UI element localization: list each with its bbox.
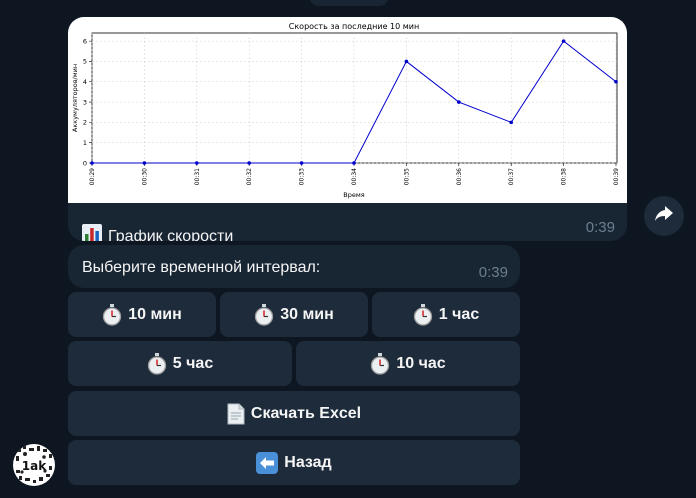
chart-title: Скорость за последние 10 мин [289,22,419,31]
chart-ytick-label: 4 [83,78,87,86]
document-icon [227,403,245,425]
chart-ytick-label: 2 [83,119,87,127]
interval-30min-label: 30 мин [280,305,334,323]
chart-xtick-label: 00:30 [141,168,148,185]
interval-30min-button[interactable]: 30 мин [220,292,368,337]
download-excel-label: Скачать Excel [250,404,362,422]
forward-button[interactable] [644,196,684,236]
chart-caption: График скорости [82,224,233,241]
chart-xtick-label: 00:36 [456,168,463,185]
chart-data-point [509,120,513,125]
chart-message[interactable]: Скорость за последние 10 мин 0 1 2 3 4 5 6 00:… [68,17,627,241]
stopwatch-icon [370,352,390,375]
chart-xlabel: Время [343,191,364,199]
interval-message[interactable]: Выберите временной интервал: 0:39 [68,245,520,288]
avatar-text: 1ak [22,459,47,473]
previous-message-stub [309,0,389,6]
chart-data-point [457,100,461,104]
interval-5h-label: 5 час [172,354,214,372]
chart-data-point [352,161,356,165]
share-arrow-icon [654,205,674,228]
chart-data-point [299,161,304,165]
chart-data-point [90,161,94,165]
back-label: Назад [284,453,332,471]
chart-ytick-label: 6 [83,37,87,45]
stopwatch-icon [102,303,122,326]
speed-chart[interactable]: Скорость за последние 10 мин 0 1 2 3 4 5 6 00:… [68,17,627,203]
chart-xtick-label: 00:38 [561,168,568,185]
speed-chart-svg: Скорость за последние 10 мин 0 1 2 3 4 5 6 00:… [71,22,620,199]
chart-ylabel: Аккумуляторов/мин [71,64,79,132]
chart-xtick-label: 00:35 [403,168,410,185]
chart-xtick-label: 00:37 [508,168,515,185]
interval-prompt-text: Выберите временной интервал: [82,259,321,276]
message-time: 0:39 [585,219,615,236]
stopwatch-icon [413,303,433,326]
chart-xtick-label: 00:32 [246,168,253,185]
chart-data-point [195,161,199,165]
interval-10h-label: 10 час [396,354,446,372]
download-excel-button[interactable]: Скачать Excel [68,391,520,436]
chart-xtick-label: 00:29 [89,168,96,185]
interval-5h-button[interactable]: 5 час [68,341,292,386]
chart-ytick-label: 5 [83,58,87,66]
chart-xtick-label: 00:34 [351,168,358,185]
chart-ytick-label: 1 [83,139,87,147]
interval-10min-label: 10 мин [128,305,182,323]
chart-xtick-label: 00:33 [299,168,306,185]
message-time: 0:39 [478,264,508,281]
interval-1h-button[interactable]: 1 час [372,292,520,337]
chart-data-point [404,59,409,64]
bar-chart-icon [82,224,102,241]
chart-xtick-label: 00:39 [613,168,620,185]
chart-plot-area [91,32,618,164]
interval-10h-button[interactable]: 10 час [296,341,520,386]
chart-data-point [614,79,618,84]
chart-data-point [247,161,251,165]
back-arrow-icon [256,451,279,474]
chart-caption-text: График скорости [108,227,234,242]
chart-data-point [561,39,566,43]
back-button[interactable]: Назад [68,440,520,485]
chart-xtick-label: 00:31 [194,168,201,185]
interval-10min-button[interactable]: 10 мин [68,292,216,337]
bot-avatar[interactable]: 1ak [13,444,55,486]
interval-1h-label: 1 час [438,305,480,323]
stopwatch-icon [254,303,274,326]
chart-ytick-label: 3 [83,98,87,106]
chart-ytick-label: 0 [83,159,87,167]
stopwatch-icon [147,352,167,375]
chart-data-point [142,161,147,165]
